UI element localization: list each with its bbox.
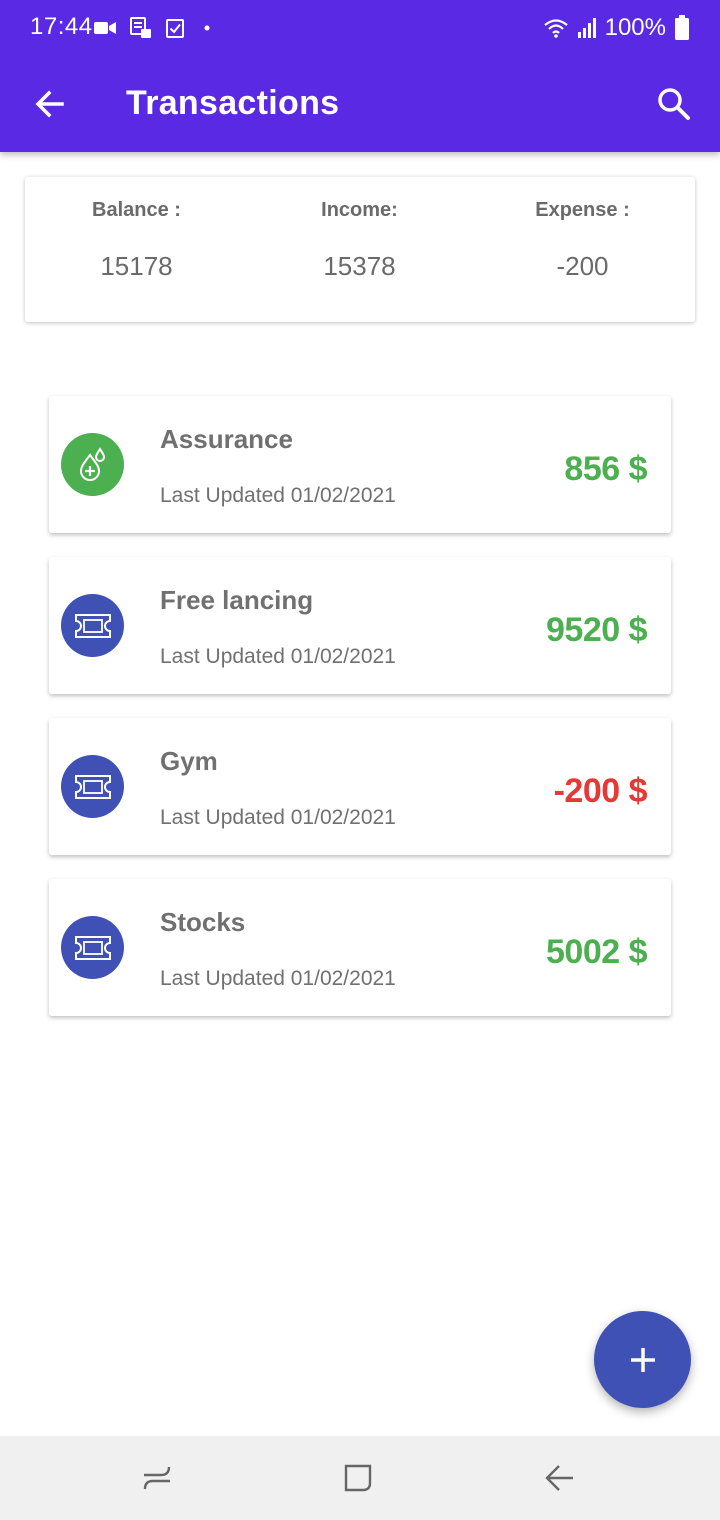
transaction-card-stocks[interactable]: Stocks Last Updated 01/02/2021 5002 $ [49, 879, 671, 1016]
app-header: 17:44 100% Transactions [0, 0, 720, 152]
transaction-date: Last Updated 01/02/2021 [160, 806, 396, 829]
transaction-card-assurance[interactable]: Assurance Last Updated 01/02/2021 856 $ [49, 396, 671, 533]
expense-label: Expense : [535, 199, 630, 221]
medical-drop-icon [79, 446, 105, 481]
expense-summary: Expense : -200 [471, 177, 694, 322]
expense-value: -200 [556, 251, 609, 281]
plus-icon [630, 1347, 655, 1372]
recent-apps-icon [143, 1466, 171, 1490]
checkbox-icon [166, 19, 184, 38]
summary-card: Balance : 15178 Income: 15378 Expense : … [25, 177, 695, 322]
ticket-icon [74, 935, 111, 960]
transaction-name: Stocks [160, 907, 246, 937]
transaction-name: Gym [160, 746, 218, 776]
add-transaction-button[interactable] [594, 1311, 691, 1408]
home-icon [344, 1464, 372, 1492]
transaction-icon-badge [61, 755, 124, 818]
income-label: Income: [321, 199, 398, 221]
transaction-icon-badge [61, 433, 124, 496]
search-icon [658, 88, 690, 120]
transaction-name: Assurance [160, 424, 293, 454]
wifi-icon [543, 19, 568, 38]
page-title: Transactions [126, 84, 340, 122]
balance-value: 15178 [100, 251, 173, 281]
income-value: 15378 [323, 251, 396, 281]
system-nav-bar [0, 1436, 720, 1520]
recent-apps-button[interactable] [133, 1454, 181, 1502]
transaction-card-gym[interactable]: Gym Last Updated 01/02/2021 -200 $ [49, 718, 671, 855]
back-icon [545, 1465, 573, 1491]
transaction-amount: -200 $ [553, 772, 648, 810]
battery-icon [675, 15, 689, 40]
transaction-amount: 856 $ [564, 450, 647, 488]
home-button[interactable] [334, 1454, 382, 1502]
back-button[interactable] [30, 84, 70, 124]
transaction-card-freelancing[interactable]: Free lancing Last Updated 01/02/2021 952… [49, 557, 671, 694]
signal-icon [577, 18, 596, 38]
arrow-left-icon [35, 90, 64, 118]
ticket-icon [74, 774, 111, 799]
status-time: 17:44 [30, 13, 93, 40]
balance-label: Balance : [92, 199, 181, 221]
battery-percentage: 100% [604, 14, 666, 41]
income-summary: Income: 15378 [248, 177, 471, 322]
transaction-date: Last Updated 01/02/2021 [160, 645, 396, 668]
transaction-amount: 5002 $ [546, 933, 648, 971]
transaction-amount: 9520 $ [546, 611, 648, 649]
transaction-icon-badge [61, 916, 124, 979]
status-system-icons: 100% [543, 13, 690, 43]
transaction-date: Last Updated 01/02/2021 [160, 484, 396, 507]
transaction-date: Last Updated 01/02/2021 [160, 967, 396, 990]
video-camera-icon [94, 22, 116, 34]
status-bar: 17:44 100% [0, 0, 720, 56]
balance-summary: Balance : 15178 [25, 177, 248, 322]
system-back-button[interactable] [535, 1454, 583, 1502]
search-button[interactable] [652, 82, 696, 126]
transaction-icon-badge [61, 594, 124, 657]
sim-card-icon [130, 17, 151, 38]
dot-icon [204, 25, 210, 31]
status-notification-icons [94, 16, 216, 40]
ticket-icon [74, 613, 111, 638]
transaction-name: Free lancing [160, 585, 314, 615]
